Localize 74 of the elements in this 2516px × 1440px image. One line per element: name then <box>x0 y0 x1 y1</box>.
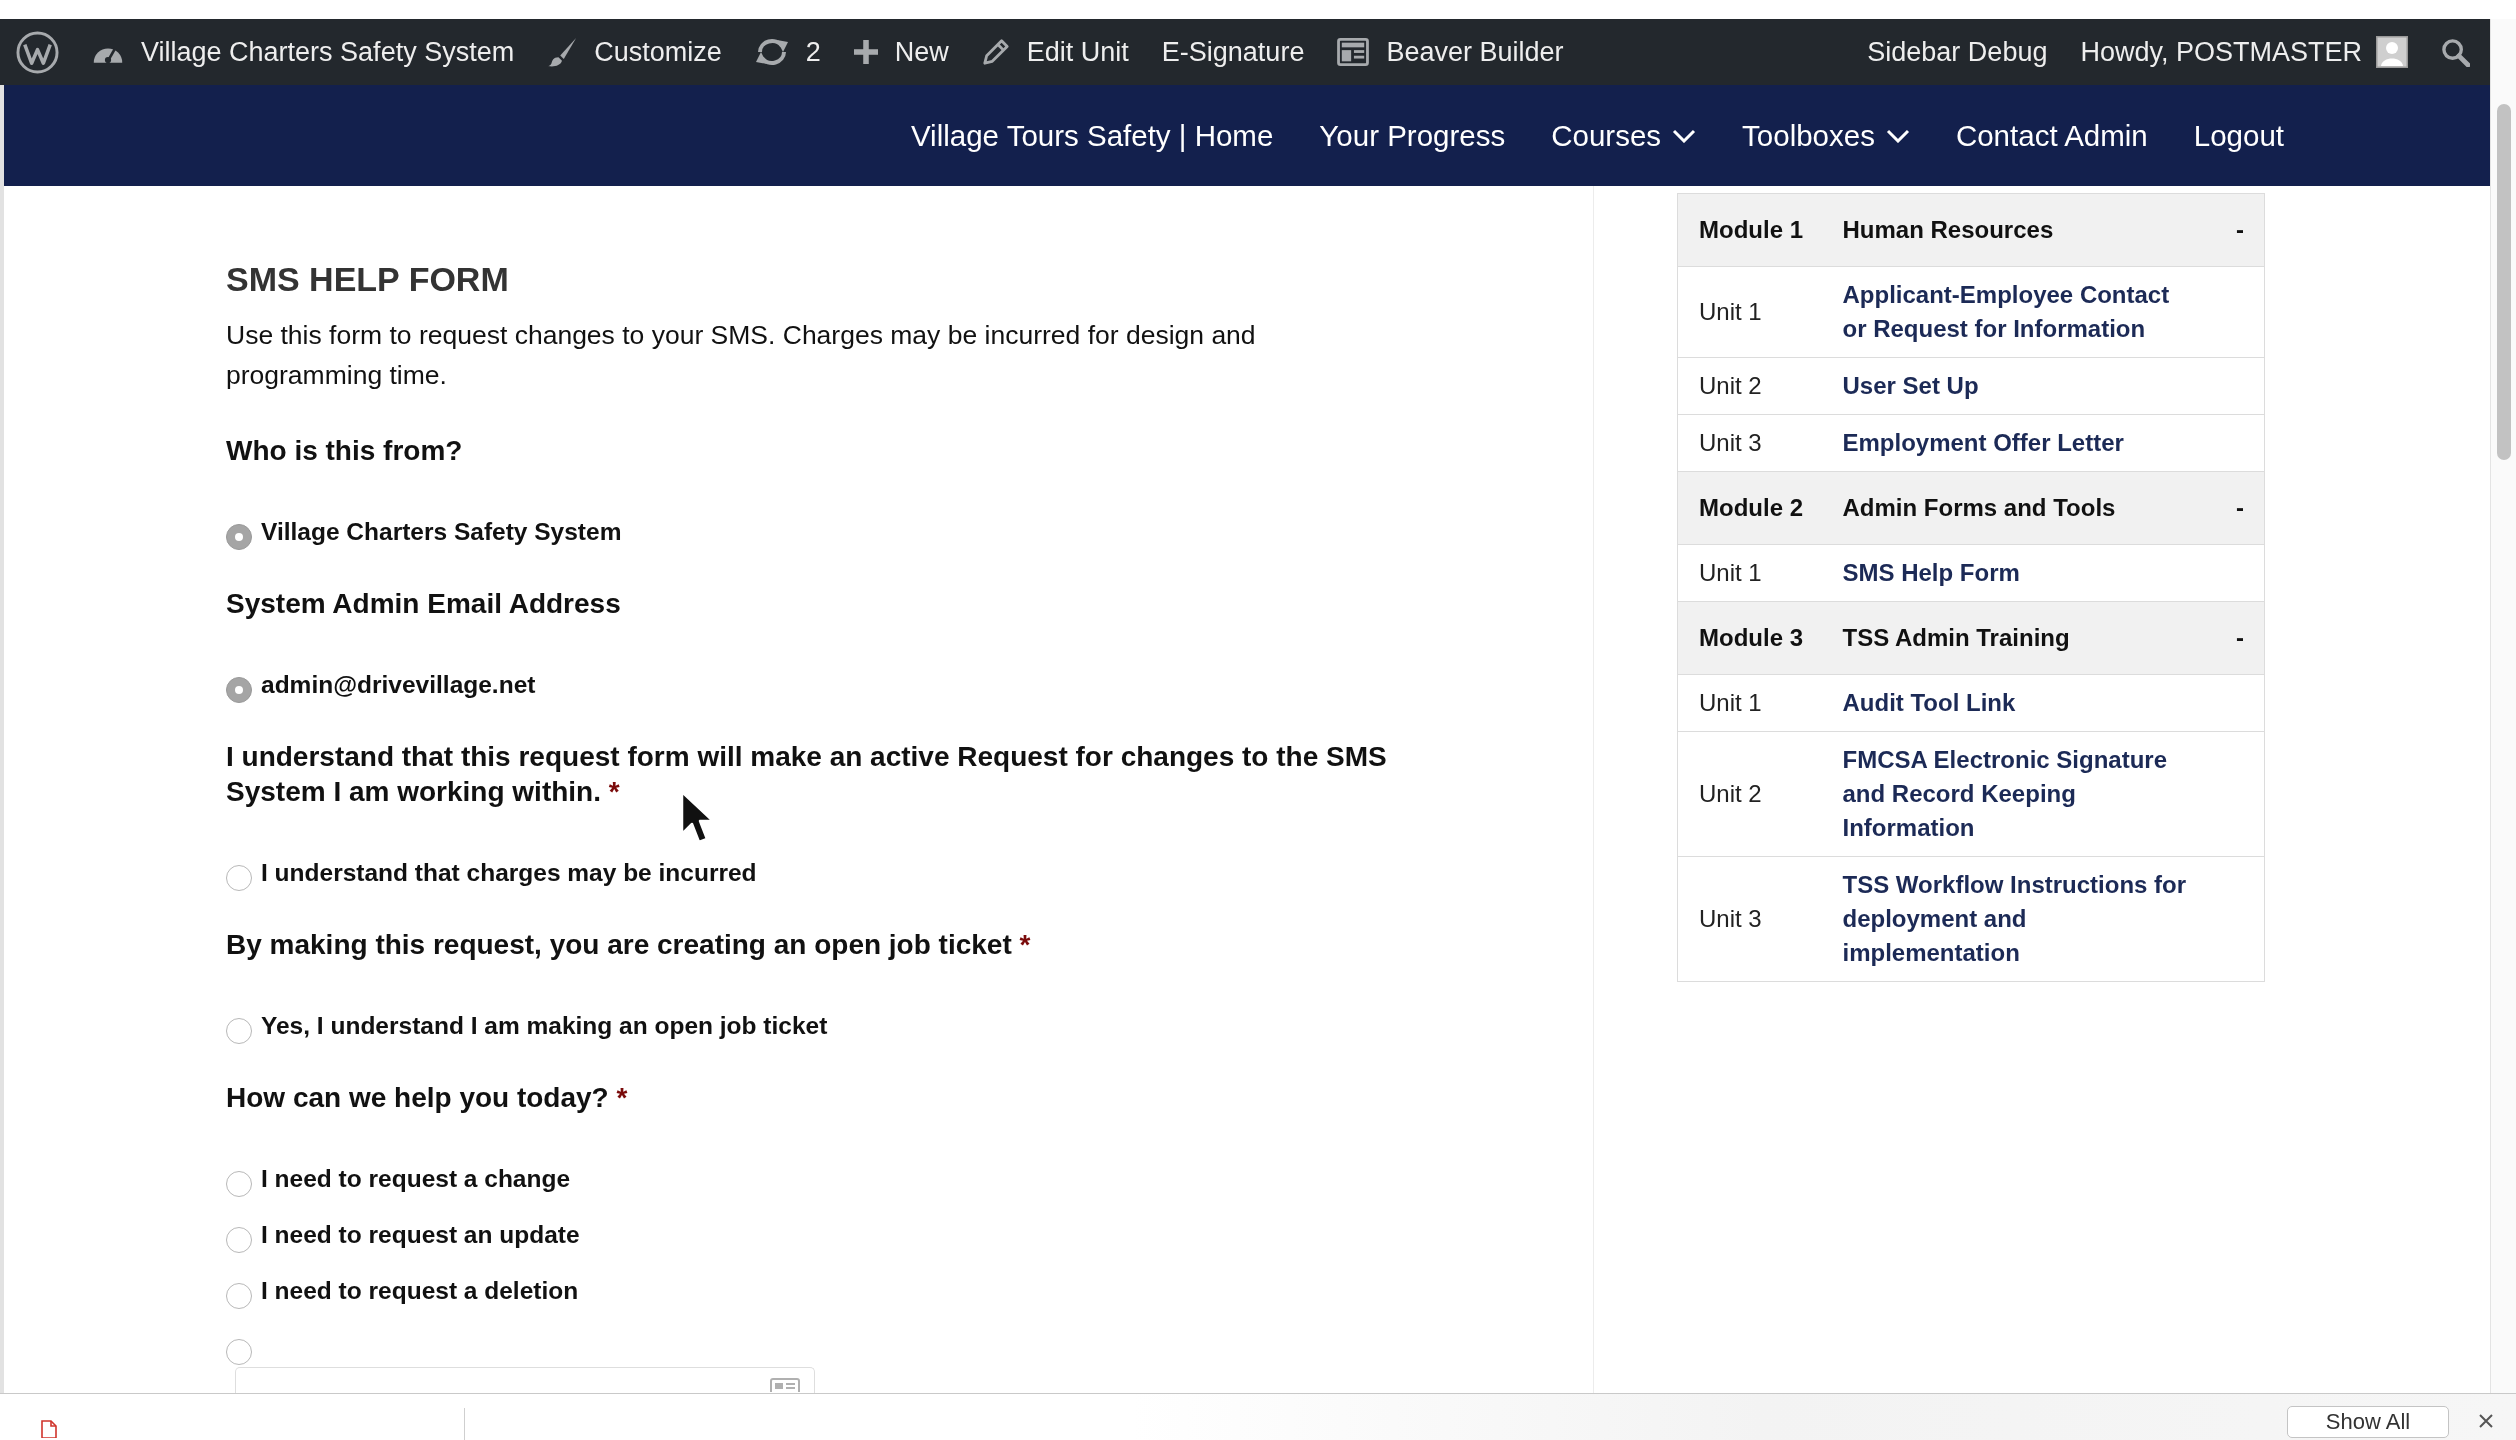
unit-label: Unit 1 <box>1677 266 1822 358</box>
module-title: TSS Admin Training <box>1821 601 2193 675</box>
avatar-icon[interactable] <box>2376 36 2408 68</box>
unit-link[interactable]: User Set Up <box>1842 369 1979 403</box>
form-title: SMS HELP FORM <box>226 259 509 300</box>
question-label: How can we help you today? * <box>226 1081 628 1115</box>
nav-link[interactable]: Logout <box>2193 118 2284 153</box>
option-label[interactable]: admin@drivevillage.net <box>261 667 536 703</box>
option-label[interactable]: I understand that charges may be incurred <box>261 855 757 891</box>
layout-icon <box>1337 38 1370 66</box>
nav-link[interactable]: Toolboxes <box>1742 118 1910 153</box>
contact-card-icon[interactable] <box>770 1378 800 1392</box>
unit-label: Unit 2 <box>1677 731 1822 857</box>
nav-link[interactable]: Courses <box>1551 118 1697 153</box>
question-label: By making this request, you are creating an open job ticket * <box>226 928 1031 962</box>
admin-bar-link[interactable]: E-Signature <box>1161 36 1305 68</box>
refresh-icon <box>754 37 789 67</box>
admin-bar-link[interactable]: Customize <box>547 36 722 68</box>
radio-button[interactable] <box>226 677 252 703</box>
unit-label: Unit 1 <box>1677 674 1822 732</box>
pencil-icon <box>981 38 1010 66</box>
radio-button[interactable] <box>226 1227 252 1253</box>
nav-link[interactable]: Village Tours Safety | Home <box>910 118 1274 153</box>
module-label: Module 1 <box>1677 193 1822 267</box>
show-all-button[interactable]: Show All <box>2287 1406 2449 1438</box>
module-label: Module 2 <box>1677 471 1822 545</box>
option-label[interactable]: I need to request a change <box>261 1161 571 1197</box>
unit-link[interactable]: Employment Offer Letter <box>1842 426 2124 460</box>
module-title: Admin Forms and Tools <box>1821 471 2193 545</box>
admin-bar-link[interactable]: Beaver Builder <box>1337 36 1564 68</box>
option-label[interactable]: Yes, I understand I am making an open job ticket <box>261 1008 828 1044</box>
unit-label: Unit 2 <box>1677 357 1822 415</box>
option-label[interactable]: I need to request an update <box>261 1217 580 1253</box>
admin-bar-link[interactable]: Village Charters Safety System <box>92 36 515 68</box>
radio-button[interactable] <box>226 1283 252 1309</box>
radio-button[interactable] <box>226 865 252 891</box>
question-label: I understand that this request form will make an active Request for changes to the SMS System I am working within. * <box>226 740 1388 809</box>
option-label[interactable]: Village Charters Safety System <box>261 514 622 550</box>
admin-bar-link[interactable]: 2 <box>754 36 821 68</box>
account-link[interactable]: Howdy, POSTMASTER <box>2080 36 2408 68</box>
unit-link[interactable]: Audit Tool Link <box>1842 686 2016 720</box>
plus-icon <box>853 40 878 64</box>
unit-link[interactable]: TSS Workflow Instructions for deployment and implementation <box>1842 868 2193 970</box>
brush-icon <box>547 37 578 67</box>
admin-bar-link[interactable]: Edit Unit <box>981 36 1129 68</box>
module-label: Module 3 <box>1677 601 1822 675</box>
chevron-down-icon[interactable] <box>1885 128 1910 143</box>
form-description: Use this form to request changes to your SMS. Charges may be incurred for design and programming time. <box>226 319 1257 392</box>
unit-label: Unit 3 <box>1677 856 1822 982</box>
scrollbar-thumb[interactable] <box>2496 104 2511 460</box>
nav-link[interactable]: Contact Admin <box>1955 118 2148 153</box>
unit-link[interactable]: SMS Help Form <box>1842 556 2020 590</box>
collapse-toggle[interactable]: - <box>2236 216 2244 243</box>
radio-button[interactable] <box>226 1339 252 1365</box>
question-label: System Admin Email Address <box>226 587 621 621</box>
chevron-down-icon[interactable] <box>1672 128 1697 143</box>
admin-bar-link[interactable]: Sidebar Debug <box>1867 36 2048 68</box>
question-label: Who is this from? <box>226 434 463 468</box>
module-title: Human Resources <box>1821 193 2193 267</box>
unit-link[interactable]: FMCSA Electronic Signature and Record Keeping Information <box>1842 743 2193 845</box>
admin-bar-link[interactable]: New <box>853 36 949 68</box>
nav-link[interactable]: Your Progress <box>1319 118 1506 153</box>
radio-button[interactable] <box>226 1171 252 1197</box>
search-icon[interactable] <box>2441 37 2470 67</box>
collapse-toggle[interactable]: - <box>2236 624 2244 651</box>
radio-button[interactable] <box>226 524 252 550</box>
logo-icon[interactable] <box>16 30 59 74</box>
collapse-toggle[interactable]: - <box>2236 494 2244 521</box>
unit-link[interactable]: Applicant-Employee Contact or Request for Information <box>1842 278 2193 346</box>
close-icon[interactable] <box>2479 1414 2493 1428</box>
input-field[interactable] <box>235 1367 815 1393</box>
option-label[interactable]: I need to request a deletion <box>261 1273 579 1309</box>
document-icon[interactable] <box>40 1420 58 1438</box>
radio-button[interactable] <box>226 1018 252 1044</box>
